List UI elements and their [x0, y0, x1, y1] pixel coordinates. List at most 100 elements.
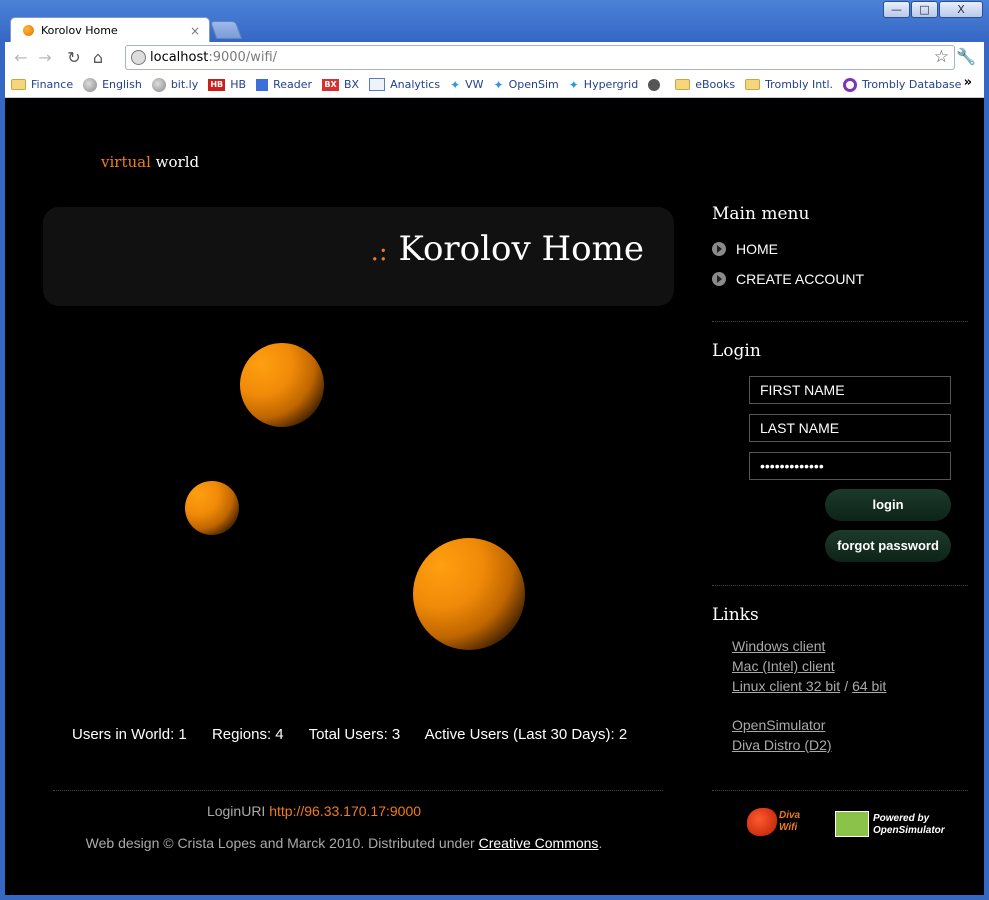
browser-window: — □ X Korolov Home × ← → ↻ ⌂ localhost:9… — [0, 0, 989, 900]
first-name-field[interactable]: FIRST NAME — [749, 376, 951, 404]
bookmark-trombly-database[interactable]: Trombly Database — [843, 77, 962, 92]
linux-64bit-link[interactable]: 64 bit — [852, 678, 886, 694]
stat-regions: Regions: 4 — [211, 726, 284, 743]
bookmark-opensim[interactable]: ✦ OpenSim — [494, 78, 559, 92]
tab-close-icon[interactable]: × — [190, 24, 200, 38]
bookmark-star-icon[interactable]: ☆ — [934, 47, 949, 67]
bookmark-label: HB — [230, 78, 247, 91]
login-uri: LoginURI http://96.33.170.17:9000 — [5, 803, 623, 819]
bookmarks-bar: Finance English bit.ly HB HB Reader BX BX … — [5, 72, 984, 98]
bookmark-bx[interactable]: BX BX — [322, 78, 359, 91]
twitter-icon: ✦ — [568, 77, 579, 92]
home-icon[interactable]: ⌂ — [86, 45, 110, 69]
links-heading: Links — [712, 605, 759, 625]
powered-by-opensimulator-logo[interactable]: Powered by OpenSimulator — [835, 811, 950, 837]
bookmark-vw[interactable]: ✦ VW — [450, 78, 483, 92]
bookmark-label: bit.ly — [170, 78, 199, 91]
bookmark-reader[interactable]: Reader — [256, 78, 312, 91]
title-banner: .: Korolov Home — [43, 207, 674, 306]
globe-icon — [151, 77, 166, 92]
windows-client-link[interactable]: Windows client — [732, 638, 825, 654]
bookmark-hypergrid[interactable]: ✦ Hypergrid — [569, 78, 638, 92]
diva-wifi-logo[interactable]: Diva Wifi — [747, 806, 809, 838]
bookmark-ebooks[interactable]: eBooks — [675, 78, 735, 91]
maximize-button[interactable]: □ — [911, 1, 938, 18]
diva-fish-icon — [747, 808, 777, 836]
menu-item-label: CREATE ACCOUNT — [736, 271, 865, 287]
tab-title: Korolov Home — [41, 24, 118, 37]
address-bar[interactable]: localhost:9000/wifi/ ☆ — [125, 45, 955, 70]
bookmark-label: eBooks — [695, 78, 736, 91]
browser-toolbar: ← → ↻ ⌂ localhost:9000/wifi/ ☆ 🔧 — [5, 42, 984, 72]
world-stats: Users in World: 1 Regions: 4 Total Users… — [72, 726, 648, 743]
linux-client-links: Linux client 32 bit/64 bit — [732, 678, 886, 694]
bookmark-label: Trombly Intl. — [765, 78, 834, 91]
back-icon[interactable]: ← — [9, 45, 33, 69]
bookmark-hb[interactable]: HB HB — [208, 78, 246, 91]
bookmark-label: OpenSim — [508, 78, 559, 91]
login-uri-label: LoginURI — [206, 803, 266, 819]
login-uri-value: http://96.33.170.17:9000 — [269, 803, 422, 819]
chevron-more-icon[interactable]: » — [964, 75, 972, 90]
reader-icon — [256, 78, 269, 91]
password-field[interactable]: ••••••••••••• — [749, 452, 951, 480]
diva-distro-link[interactable]: Diva Distro (D2) — [732, 737, 832, 753]
bookmark-label: Trombly Database — [862, 78, 962, 91]
bookmark-english[interactable]: English — [83, 77, 142, 92]
opensimulator-link[interactable]: OpenSimulator — [732, 717, 825, 733]
new-tab-button[interactable] — [209, 21, 243, 39]
divider — [712, 321, 968, 322]
wrench-icon[interactable]: 🔧 — [956, 47, 976, 66]
copyright-text: Web design © Crista Lopes and Marck 2010… — [85, 835, 475, 851]
planet-image — [413, 538, 525, 650]
last-name-field[interactable]: LAST NAME — [749, 414, 951, 442]
bx-icon: BX — [322, 78, 340, 91]
url-path: :9000/wifi/ — [208, 50, 278, 65]
linux-32bit-link[interactable]: Linux client 32 bit — [732, 678, 840, 694]
stat-total-users: Total Users: 3 — [308, 726, 401, 743]
bookmark-label: Analytics — [390, 78, 441, 91]
page-title: .: Korolov Home — [371, 229, 644, 269]
site-logo[interactable]: virtual world — [101, 153, 199, 171]
bookmark-analytics[interactable]: Analytics — [369, 78, 440, 91]
forward-icon[interactable]: → — [33, 45, 57, 69]
trombly-icon — [843, 77, 858, 92]
twitter-icon: ✦ — [450, 77, 461, 92]
folder-icon — [675, 79, 691, 90]
folder-icon — [11, 79, 26, 90]
arrow-right-icon — [712, 242, 726, 256]
copyright-period: . — [598, 835, 603, 851]
twitter-icon: ✦ — [493, 77, 504, 92]
arrow-right-icon — [712, 272, 726, 286]
bookmark-label: English — [102, 78, 142, 91]
divider — [712, 790, 968, 791]
favicon-icon — [23, 25, 34, 36]
bookmark-finance[interactable]: Finance — [11, 78, 73, 91]
browser-tab[interactable]: Korolov Home × — [10, 17, 210, 43]
reload-icon[interactable]: ↻ — [62, 45, 86, 69]
menu-item-home[interactable]: HOME — [712, 241, 778, 257]
creative-commons-link[interactable]: Creative Commons — [479, 835, 599, 851]
minimize-button[interactable]: — — [883, 1, 910, 18]
logo-world: world — [155, 153, 200, 171]
bookmark-label: Hypergrid — [583, 78, 639, 91]
bookmark-label: BX — [344, 78, 360, 91]
globe-icon — [131, 50, 146, 65]
url-host: localhost — [150, 50, 209, 65]
bookmark-label: VW — [465, 78, 484, 91]
menu-item-create-account[interactable]: CREATE ACCOUNT — [712, 271, 864, 287]
window-controls: — □ X — [883, 1, 983, 18]
login-heading: Login — [712, 341, 761, 361]
forgot-password-button[interactable]: forgot password — [825, 530, 951, 562]
web-page: virtual world .: Korolov Home Users in W… — [5, 98, 984, 895]
close-window-button[interactable]: X — [939, 1, 983, 18]
mac-client-link[interactable]: Mac (Intel) client — [732, 658, 835, 674]
menu-item-label: HOME — [736, 241, 778, 257]
bookmark-clock[interactable] — [648, 78, 665, 91]
bookmark-bitly[interactable]: bit.ly — [151, 77, 199, 92]
title-text: Korolov Home — [398, 229, 644, 269]
login-button[interactable]: login — [825, 489, 951, 521]
opensimulator-icon — [835, 811, 869, 837]
bookmark-trombly-intl[interactable]: Trombly Intl. — [745, 78, 833, 91]
powered-by-text: Powered by OpenSimulator — [873, 813, 945, 836]
